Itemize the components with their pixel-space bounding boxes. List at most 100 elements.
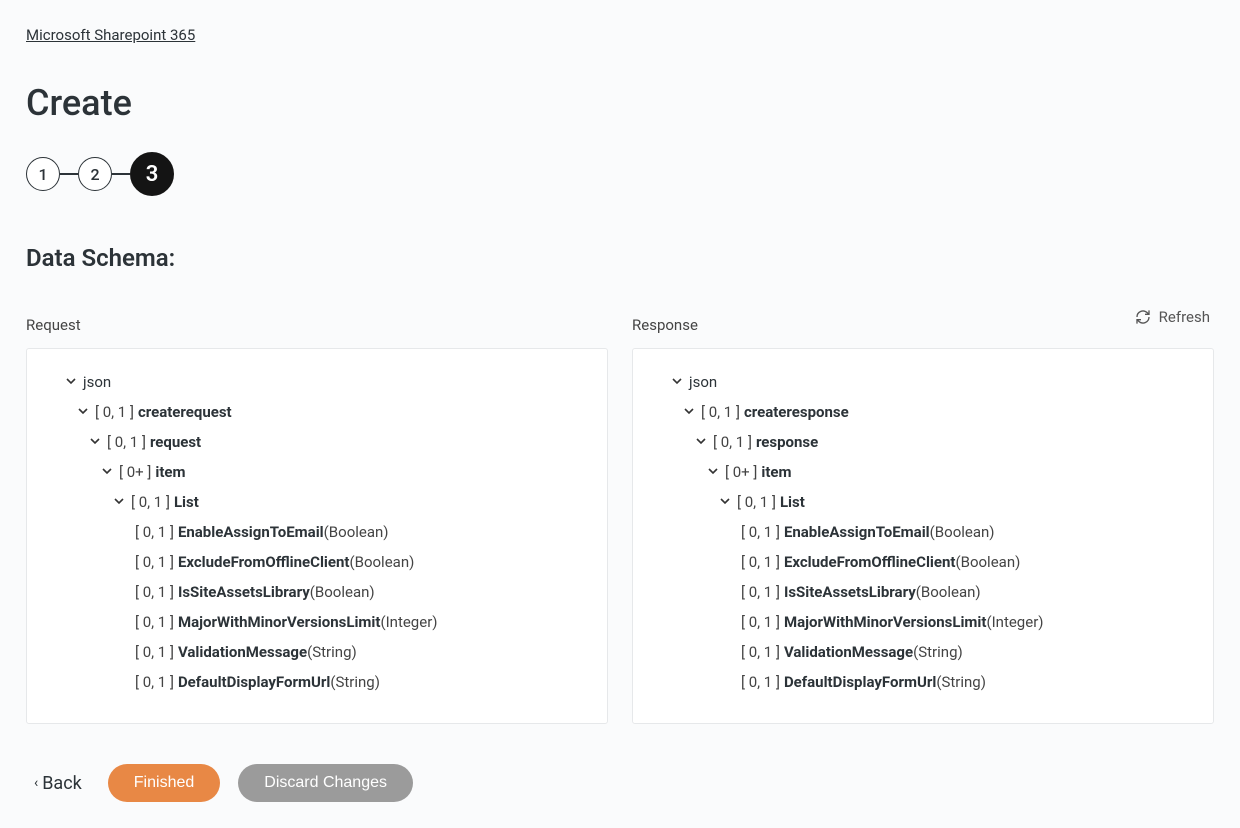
field-name: EnableAssignToEmail bbox=[784, 523, 930, 541]
field-cardinality: [ 0, 1 ] bbox=[741, 553, 780, 571]
request-header: Request bbox=[26, 316, 608, 334]
node-cardinality: [ 0, 1 ] bbox=[737, 493, 776, 511]
node-cardinality: [ 0, 1 ] bbox=[95, 403, 134, 421]
field-name: ExcludeFromOfflineClient bbox=[784, 553, 956, 571]
tree-row[interactable]: [ 0, 1 ] ValidationMessage (String) bbox=[741, 637, 1191, 667]
response-column: Response json [ 0, 1 ] createresponse [ … bbox=[632, 316, 1214, 724]
field-type: (Boolean) bbox=[916, 583, 981, 601]
tree-row[interactable]: [ 0, 1 ] MajorWithMinorVersionsLimit (In… bbox=[741, 607, 1191, 637]
tree-row[interactable]: [ 0, 1 ] IsSiteAssetsLibrary (Boolean) bbox=[741, 577, 1191, 607]
field-cardinality: [ 0, 1 ] bbox=[135, 673, 174, 691]
chevron-down-icon bbox=[113, 495, 127, 509]
field-cardinality: [ 0, 1 ] bbox=[135, 523, 174, 541]
chevron-down-icon bbox=[671, 375, 685, 389]
step-2[interactable]: 2 bbox=[78, 157, 112, 191]
node-cardinality: [ 0, 1 ] bbox=[131, 493, 170, 511]
node-name: createresponse bbox=[744, 403, 849, 421]
node-name: item bbox=[155, 463, 185, 481]
breadcrumb-link[interactable]: Microsoft Sharepoint 365 bbox=[26, 26, 195, 44]
field-type: (Boolean) bbox=[955, 553, 1020, 571]
field-cardinality: [ 0, 1 ] bbox=[741, 583, 780, 601]
request-panel: json [ 0, 1 ] createrequest [ 0, 1 ] req… bbox=[26, 348, 608, 724]
chevron-down-icon bbox=[89, 435, 103, 449]
node-name: List bbox=[174, 493, 199, 511]
finished-button[interactable]: Finished bbox=[108, 764, 220, 802]
response-panel: json [ 0, 1 ] createresponse [ 0, 1 ] re… bbox=[632, 348, 1214, 724]
field-name: ExcludeFromOfflineClient bbox=[178, 553, 350, 571]
page-title: Create bbox=[26, 82, 1214, 124]
field-cardinality: [ 0, 1 ] bbox=[135, 613, 174, 631]
tree-row[interactable]: [ 0, 1 ] IsSiteAssetsLibrary (Boolean) bbox=[135, 577, 585, 607]
node-name: createrequest bbox=[138, 403, 232, 421]
chevron-down-icon bbox=[101, 465, 115, 479]
back-label: Back bbox=[42, 773, 82, 794]
tree-row[interactable]: json bbox=[671, 367, 1191, 397]
field-name: ValidationMessage bbox=[178, 643, 307, 661]
tree-row[interactable]: json bbox=[65, 367, 585, 397]
back-button[interactable]: ‹ Back bbox=[26, 769, 90, 798]
field-type: (String) bbox=[913, 643, 963, 661]
tree-row[interactable]: [ 0, 1 ] request bbox=[89, 427, 585, 457]
tree-row[interactable]: [ 0, 1 ] EnableAssignToEmail (Boolean) bbox=[741, 517, 1191, 547]
node-cardinality: [ 0, 1 ] bbox=[713, 433, 752, 451]
node-cardinality: [ 0, 1 ] bbox=[701, 403, 740, 421]
field-name: DefaultDisplayFormUrl bbox=[784, 673, 936, 691]
node-name: List bbox=[780, 493, 805, 511]
step-3[interactable]: 3 bbox=[130, 152, 174, 196]
tree-row[interactable]: [ 0, 1 ] DefaultDisplayFormUrl (String) bbox=[741, 667, 1191, 697]
field-name: DefaultDisplayFormUrl bbox=[178, 673, 330, 691]
field-cardinality: [ 0, 1 ] bbox=[741, 523, 780, 541]
tree-row[interactable]: [ 0, 1 ] MajorWithMinorVersionsLimit (In… bbox=[135, 607, 585, 637]
tree-row[interactable]: [ 0, 1 ] ExcludeFromOfflineClient (Boole… bbox=[135, 547, 585, 577]
chevron-down-icon bbox=[77, 405, 91, 419]
tree-row[interactable]: [ 0, 1 ] response bbox=[695, 427, 1191, 457]
field-type: (Boolean) bbox=[310, 583, 375, 601]
field-type: (Boolean) bbox=[324, 523, 389, 541]
chevron-down-icon bbox=[683, 405, 697, 419]
tree-row[interactable]: [ 0, 1 ] List bbox=[719, 487, 1191, 517]
chevron-down-icon bbox=[707, 465, 721, 479]
step-connector bbox=[60, 173, 78, 175]
chevron-down-icon bbox=[719, 495, 733, 509]
field-cardinality: [ 0, 1 ] bbox=[741, 613, 780, 631]
tree-row[interactable]: [ 0, 1 ] ExcludeFromOfflineClient (Boole… bbox=[741, 547, 1191, 577]
field-type: (Integer) bbox=[986, 613, 1043, 631]
field-name: ValidationMessage bbox=[784, 643, 913, 661]
node-cardinality: [ 0+ ] bbox=[119, 463, 151, 481]
footer-actions: ‹ Back Finished Discard Changes bbox=[26, 764, 1214, 802]
field-name: MajorWithMinorVersionsLimit bbox=[784, 613, 987, 631]
stepper: 1 2 3 bbox=[26, 152, 1214, 196]
field-type: (Boolean) bbox=[349, 553, 414, 571]
field-cardinality: [ 0, 1 ] bbox=[741, 643, 780, 661]
tree-row[interactable]: [ 0, 1 ] ValidationMessage (String) bbox=[135, 637, 585, 667]
discard-button[interactable]: Discard Changes bbox=[238, 764, 413, 802]
field-name: MajorWithMinorVersionsLimit bbox=[178, 613, 381, 631]
tree-row[interactable]: [ 0+ ] item bbox=[707, 457, 1191, 487]
node-name: item bbox=[761, 463, 791, 481]
chevron-down-icon bbox=[695, 435, 709, 449]
field-type: (Boolean) bbox=[930, 523, 995, 541]
field-cardinality: [ 0, 1 ] bbox=[135, 643, 174, 661]
field-cardinality: [ 0, 1 ] bbox=[741, 673, 780, 691]
field-type: (String) bbox=[330, 673, 380, 691]
tree-row[interactable]: [ 0, 1 ] List bbox=[113, 487, 585, 517]
field-type: (String) bbox=[307, 643, 357, 661]
step-1[interactable]: 1 bbox=[26, 157, 60, 191]
tree-row[interactable]: [ 0+ ] item bbox=[101, 457, 585, 487]
tree-row[interactable]: [ 0, 1 ] DefaultDisplayFormUrl (String) bbox=[135, 667, 585, 697]
response-header: Response bbox=[632, 316, 1214, 334]
node-cardinality: [ 0, 1 ] bbox=[107, 433, 146, 451]
tree-row[interactable]: [ 0, 1 ] EnableAssignToEmail (Boolean) bbox=[135, 517, 585, 547]
node-name: request bbox=[150, 433, 201, 451]
field-type: (Integer) bbox=[380, 613, 437, 631]
node-name: response bbox=[756, 433, 818, 451]
field-name: IsSiteAssetsLibrary bbox=[784, 583, 916, 601]
field-cardinality: [ 0, 1 ] bbox=[135, 553, 174, 571]
tree-row[interactable]: [ 0, 1 ] createresponse bbox=[683, 397, 1191, 427]
node-cardinality: [ 0+ ] bbox=[725, 463, 757, 481]
section-title: Data Schema: bbox=[26, 244, 1214, 272]
node-label: json bbox=[83, 373, 111, 391]
tree-row[interactable]: [ 0, 1 ] createrequest bbox=[77, 397, 585, 427]
field-name: IsSiteAssetsLibrary bbox=[178, 583, 310, 601]
field-cardinality: [ 0, 1 ] bbox=[135, 583, 174, 601]
